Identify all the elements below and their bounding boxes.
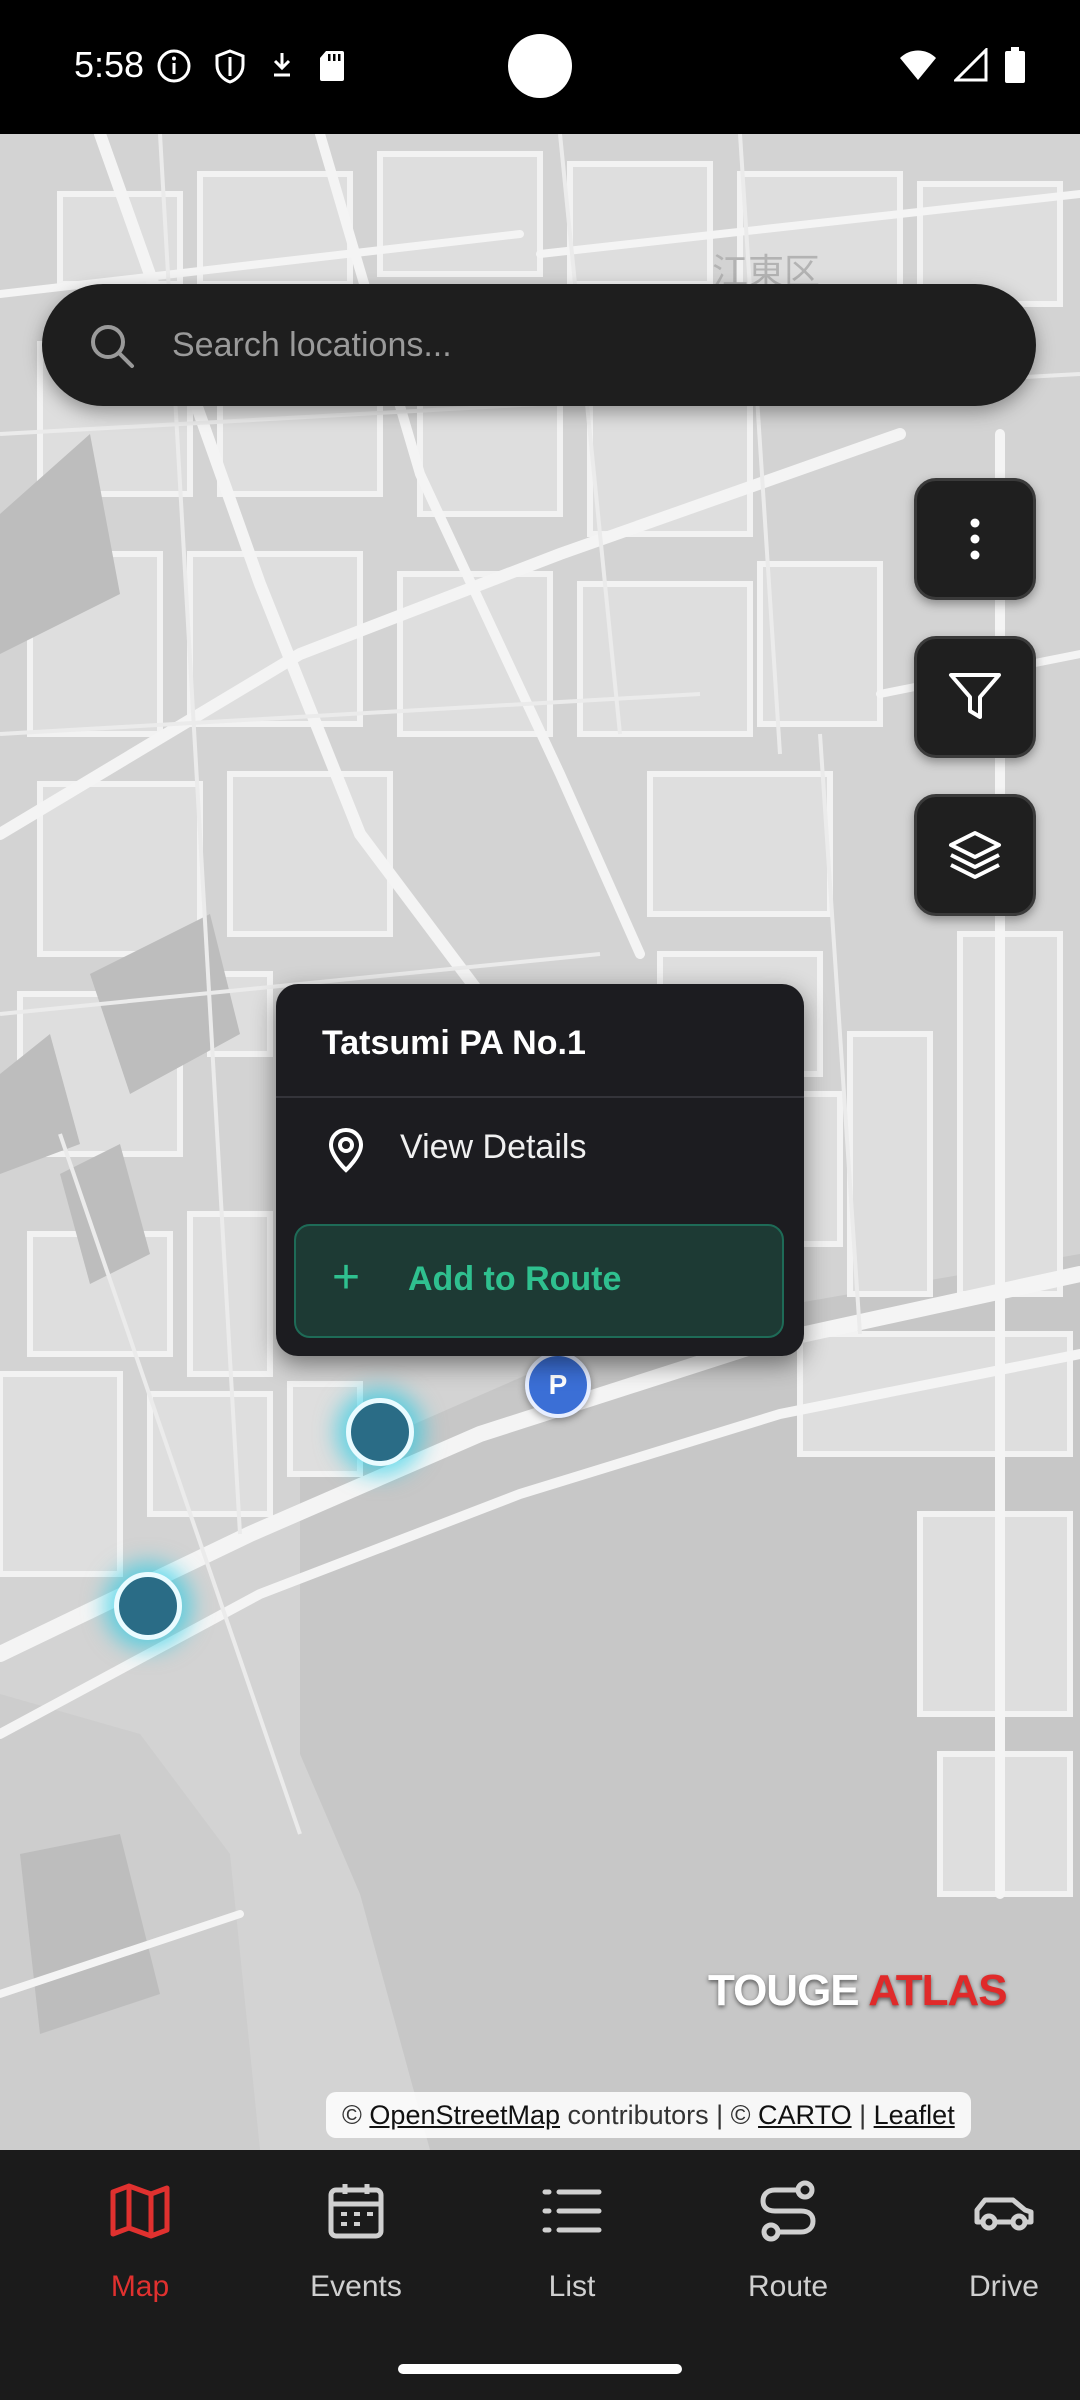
list-icon [542, 2189, 602, 2233]
filter-icon [949, 673, 1001, 719]
phone-screen: 5:58 江東区 P Search locations... Tatsumi P… [0, 0, 1080, 2400]
nav-item-events[interactable]: Events [248, 2178, 464, 2308]
leaflet-link[interactable]: Leaflet [874, 2100, 955, 2131]
sd-card-icon [318, 49, 346, 88]
nav-label-drive: Drive [968, 2270, 1039, 2303]
battery-icon [1004, 46, 1026, 89]
attribution-copyright: © [342, 2099, 362, 2130]
photo-spot-marker[interactable] [346, 1398, 414, 1466]
nav-item-drive[interactable]: Drive [896, 2178, 1080, 2308]
search-bar[interactable] [42, 284, 1036, 406]
nav-item-map[interactable]: Map [32, 2178, 248, 2308]
more-options-icon [970, 518, 980, 560]
shield-icon [214, 48, 246, 89]
signal-icon [952, 46, 988, 87]
photo-spot-marker[interactable] [114, 1572, 182, 1640]
add-to-route-label: Add to Route [408, 1260, 622, 1298]
route-icon [760, 2180, 816, 2242]
status-right-icons [898, 46, 1026, 89]
status-time: 5:58 [74, 44, 145, 85]
nav-item-route[interactable]: Route [680, 2178, 896, 2308]
camera-cutout [508, 34, 572, 98]
map-attribution: © OpenStreetMap contributors | © CARTO |… [326, 2092, 971, 2138]
filter-button[interactable] [914, 636, 1036, 758]
carto-link[interactable]: CARTO [758, 2100, 852, 2131]
attribution-separator: | [859, 2099, 867, 2130]
logo-text-accent: ATLAS [868, 1966, 1007, 2015]
nav-label-events: Events [310, 2270, 402, 2303]
home-indicator[interactable] [398, 2364, 682, 2374]
popup-title: Tatsumi PA No.1 [322, 1024, 586, 1062]
nav-label-map: Map [110, 2270, 170, 2303]
map-icon [110, 2183, 170, 2239]
openstreetmap-link[interactable]: OpenStreetMap [369, 2100, 560, 2131]
add-to-route-button[interactable]: + Add to Route [294, 1224, 784, 1338]
location-pin-icon [324, 1126, 368, 1179]
status-left-icons [156, 48, 346, 89]
wifi-icon [898, 48, 938, 87]
nav-label-route: Route [747, 2270, 829, 2303]
bottom-navigation: Map Events List Route Drive [0, 2150, 1080, 2400]
calendar-icon [328, 2184, 384, 2239]
layers-button[interactable] [914, 794, 1036, 916]
attribution-contributors: contributors | © [567, 2099, 751, 2130]
app-logo: TOUGE ATLAS [708, 1966, 1008, 2016]
info-icon [156, 48, 192, 89]
view-details-label: View Details [400, 1128, 587, 1166]
status-bar: 5:58 [0, 0, 1080, 134]
nav-item-list[interactable]: List [464, 2178, 680, 2308]
more-options-button[interactable] [914, 478, 1036, 600]
parking-marker[interactable]: P [525, 1352, 591, 1418]
search-input[interactable] [170, 314, 994, 376]
plus-icon: + [332, 1251, 361, 1304]
logo-text-primary: TOUGE [708, 1966, 860, 2015]
search-icon [88, 322, 136, 375]
layers-icon [949, 831, 1001, 879]
car-icon [974, 2197, 1034, 2231]
view-details-button[interactable]: View Details [276, 1098, 804, 1204]
location-popup: Tatsumi PA No.1 View Details + Add to Ro… [276, 984, 804, 1356]
nav-label-list: List [548, 2270, 596, 2303]
download-icon [268, 49, 296, 88]
